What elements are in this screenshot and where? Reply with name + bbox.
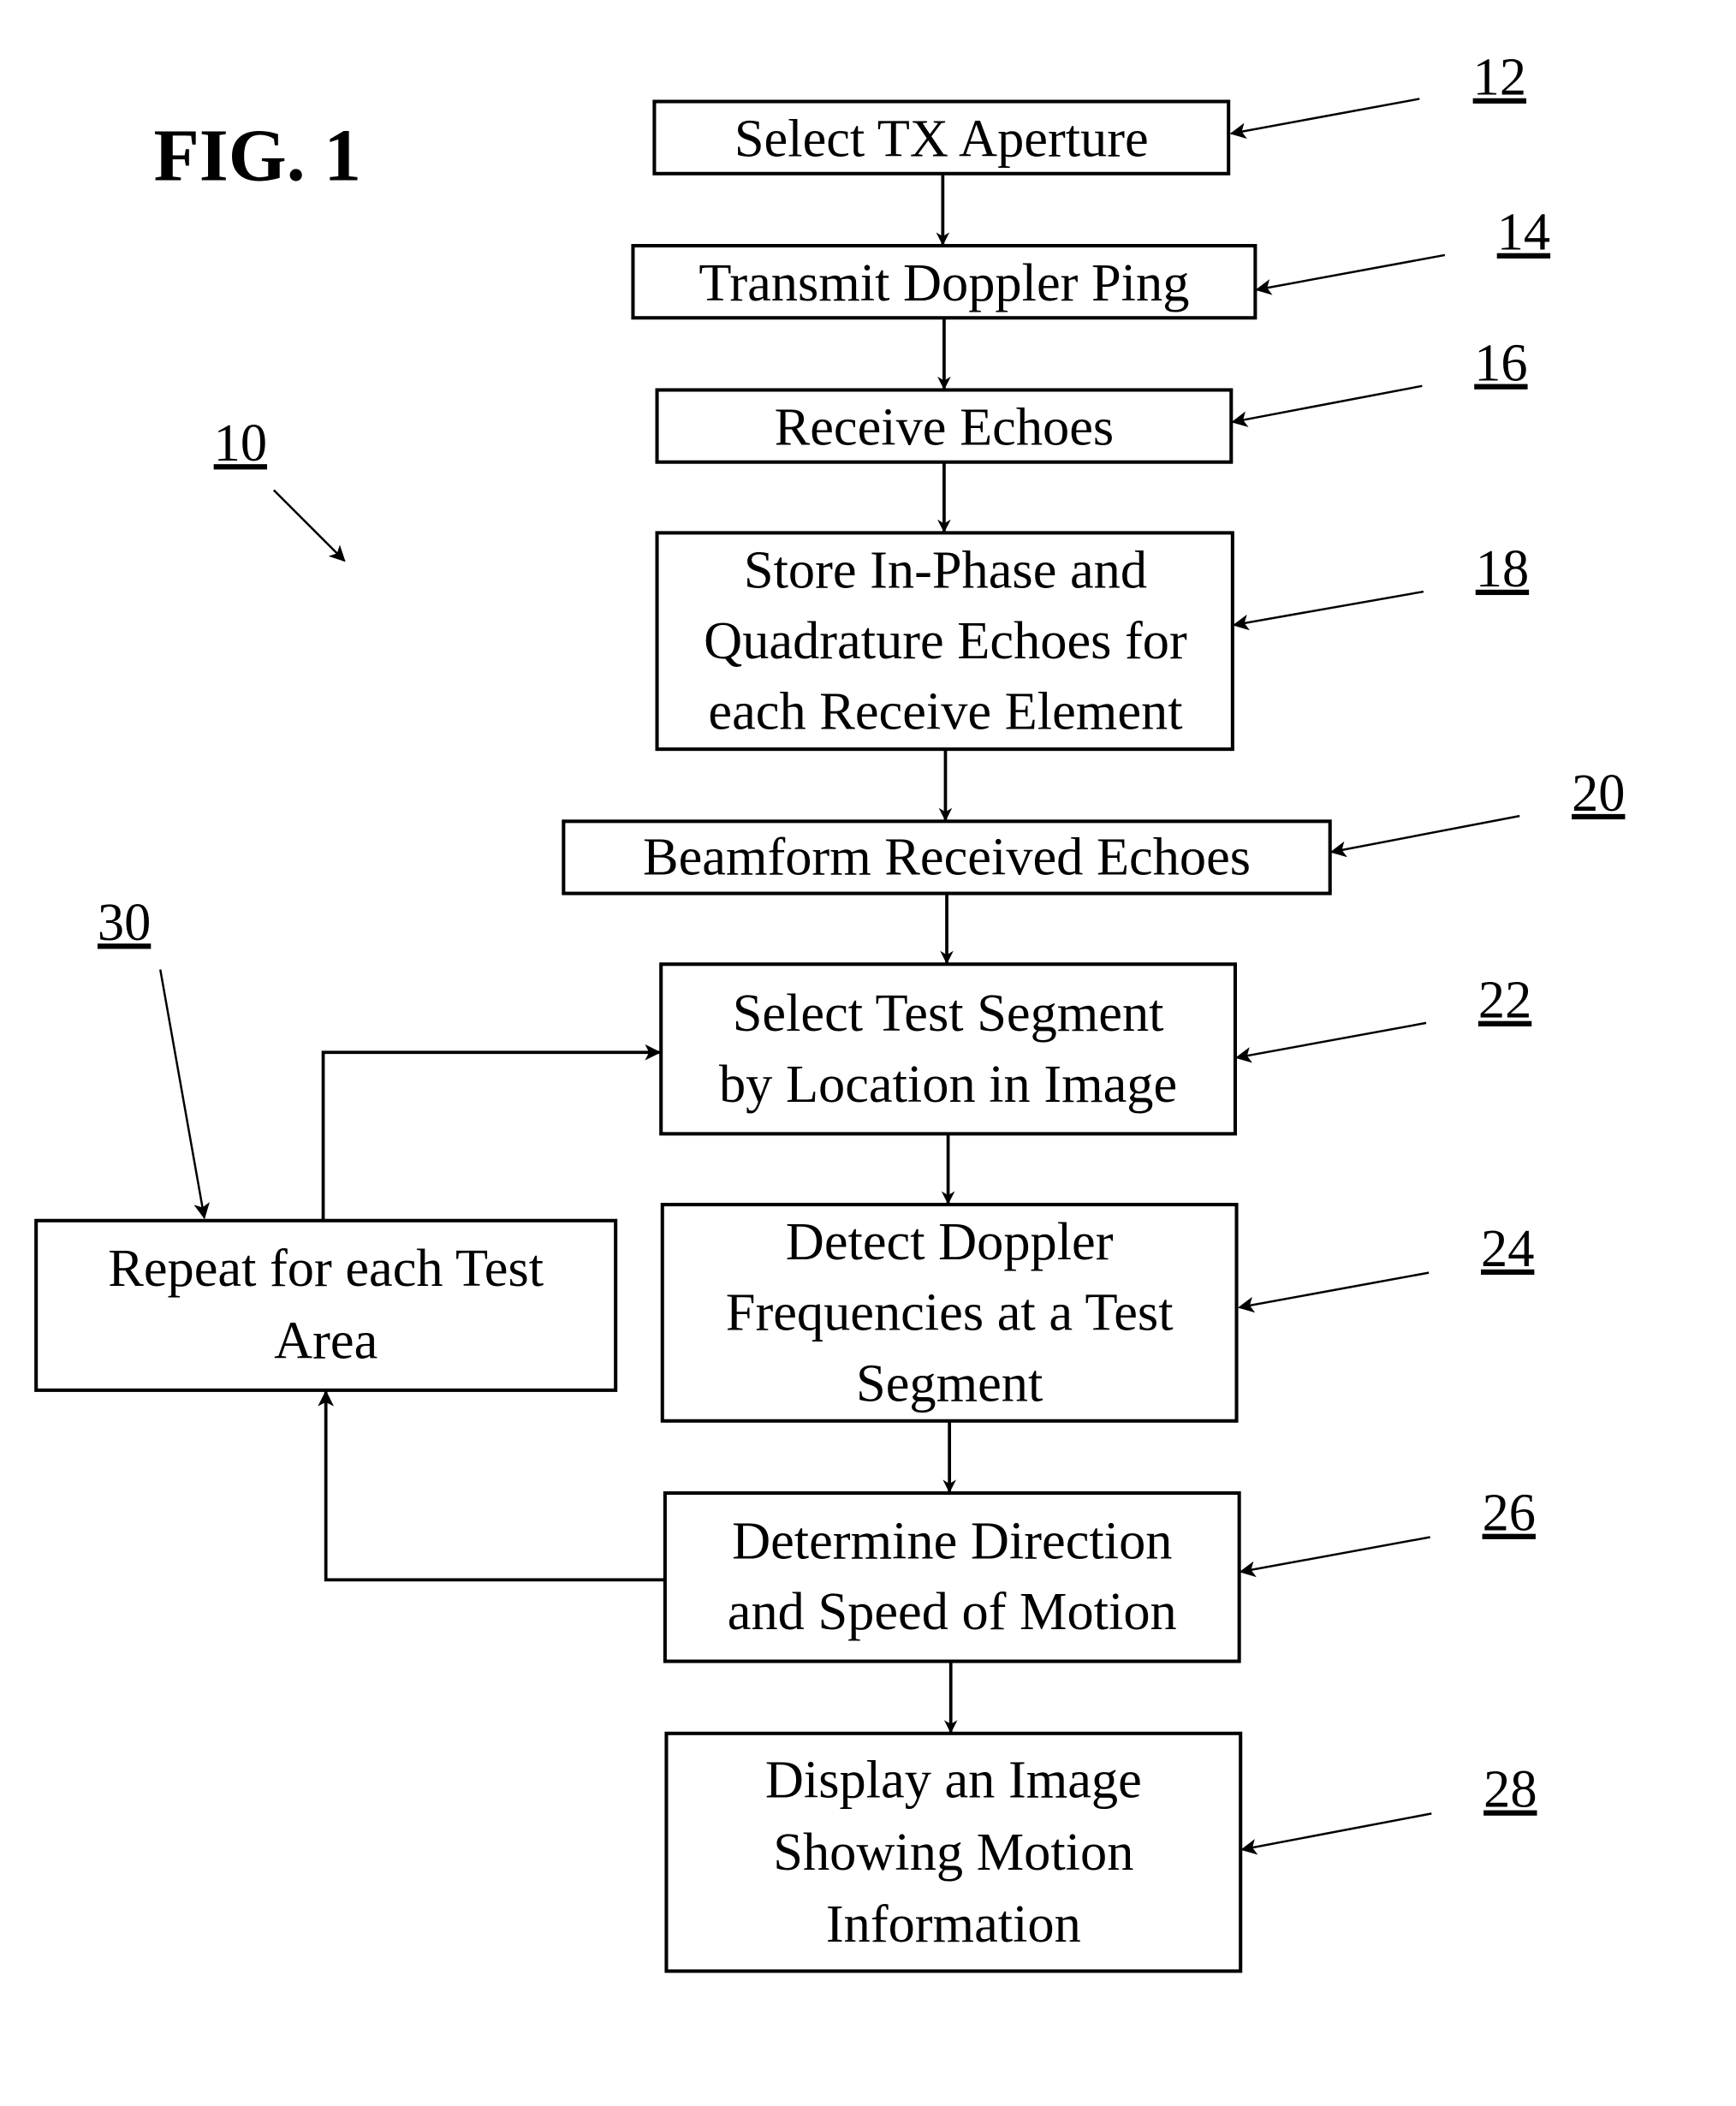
ref-arrow-10 (272, 489, 346, 562)
ref-label-30: 30 (98, 893, 151, 952)
ref-arrow-28 (1240, 1812, 1432, 1855)
step-select-test-segment: Select Test Segment by Location in Image (659, 962, 1238, 1136)
ref-label-20: 20 (1572, 764, 1625, 823)
ref-label-16: 16 (1474, 334, 1527, 393)
step-label: Select Test Segment (733, 984, 1164, 1043)
step-label: Receive Echoes (775, 397, 1115, 456)
ref-arrow-12 (1229, 98, 1420, 140)
ref-label-10: 10 (214, 413, 267, 473)
step-determine-motion: Determine Direction and Speed of Motion (663, 1490, 1241, 1663)
step-label: and Speed of Motion (728, 1582, 1177, 1641)
step-label: Quadrature Echoes for (704, 611, 1187, 670)
step-label: Transmit Doppler Ping (699, 253, 1189, 312)
ref-arrow-30 (159, 969, 210, 1220)
ref-arrow-26 (1239, 1536, 1430, 1578)
step-label: Information (826, 1895, 1081, 1954)
step-label: Detect Doppler (786, 1212, 1114, 1271)
step-select-tx-aperture: Select TX Aperture (652, 99, 1231, 176)
step-receive-echoes: Receive Echoes (655, 388, 1234, 464)
step-label: Segment (856, 1353, 1043, 1413)
flowchart: FIG. 1 10 Select TX Aperture Transmit Do… (34, 48, 1625, 1973)
step-label: Display an Image (765, 1751, 1142, 1810)
figure-title: FIG. 1 (153, 114, 361, 197)
ref-label-18: 18 (1476, 539, 1529, 598)
step-label: Frequencies at a Test (726, 1283, 1174, 1342)
ref-label-26: 26 (1483, 1484, 1536, 1543)
step-label: Store In-Phase and (744, 540, 1147, 599)
step-label: each Receive Element (708, 682, 1182, 741)
step-label: Showing Motion (773, 1823, 1133, 1882)
loop-label: Area (274, 1311, 378, 1370)
step-label: Determine Direction (732, 1511, 1172, 1570)
ref-label-14: 14 (1497, 203, 1550, 262)
ref-label-28: 28 (1483, 1760, 1537, 1819)
step-display-image: Display an Image Showing Motion Informat… (664, 1731, 1243, 1973)
step-transmit-doppler-ping: Transmit Doppler Ping (631, 243, 1257, 320)
step-detect-doppler: Detect Doppler Frequencies at a Test Seg… (660, 1203, 1239, 1423)
loop-repeat-box: Repeat for each Test Area (34, 1218, 618, 1392)
step-beamform: Beamform Received Echoes (562, 819, 1332, 895)
ref-arrow-18 (1232, 590, 1424, 631)
ref-label-12: 12 (1473, 48, 1526, 107)
ref-label-24: 24 (1481, 1219, 1534, 1278)
ref-arrow-14 (1255, 253, 1446, 295)
ref-label-22: 22 (1478, 971, 1531, 1030)
step-label: Select TX Aperture (734, 110, 1149, 169)
step-store-iq-echoes: Store In-Phase and Quadrature Echoes for… (655, 531, 1234, 752)
loop-continue-arrow (321, 1044, 662, 1221)
loop-return-arrow (318, 1389, 665, 1582)
ref-arrow-20 (1329, 814, 1520, 858)
step-label: by Location in Image (719, 1055, 1177, 1114)
loop-label: Repeat for each Test (108, 1239, 544, 1298)
step-label: Beamform Received Echoes (643, 828, 1251, 887)
ref-arrow-16 (1231, 384, 1423, 427)
ref-arrow-24 (1238, 1271, 1430, 1313)
ref-arrow-22 (1235, 1021, 1427, 1063)
